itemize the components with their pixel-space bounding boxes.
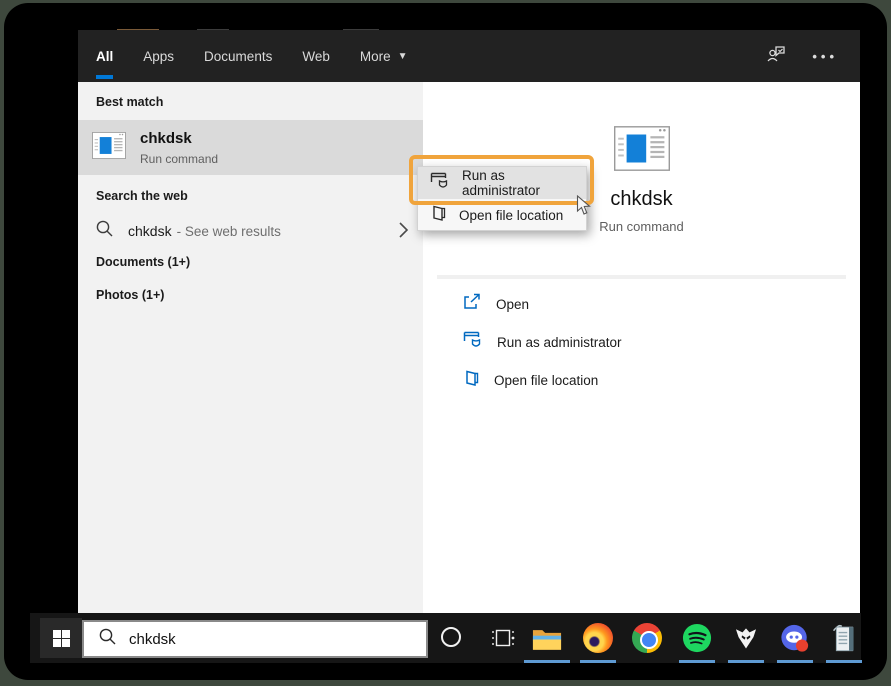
notes-app-icon: [830, 623, 859, 653]
taskbar-app-discord[interactable]: [780, 623, 810, 653]
tab-web-label: Web: [302, 49, 330, 64]
search-results-panel: Best match chkdsk Run command Search the…: [78, 82, 423, 617]
active-indicator: [826, 660, 862, 663]
divider: [437, 275, 846, 279]
tab-more[interactable]: More ▼: [360, 30, 408, 82]
firefox-icon: [583, 623, 613, 653]
context-menu: Run as administrator Open file location: [417, 166, 587, 231]
active-indicator: [580, 660, 616, 663]
tab-web[interactable]: Web: [302, 30, 330, 82]
taskbar-app-chrome[interactable]: [632, 623, 662, 653]
taskbar-app-spotify[interactable]: [682, 623, 712, 653]
tab-documents-label: Documents: [204, 49, 272, 64]
web-search-result[interactable]: chkdsk - See web results: [78, 210, 423, 252]
run-command-icon: [92, 132, 126, 164]
action-open[interactable]: Open: [423, 288, 860, 320]
preview-title: chkdsk: [610, 188, 672, 211]
web-search-query: chkdsk: [128, 223, 172, 239]
start-button[interactable]: [40, 618, 82, 658]
action-open-location-label: Open file location: [494, 373, 598, 388]
taskbar-app-firefox[interactable]: [583, 623, 613, 653]
context-menu-item-label: Run as administrator: [462, 168, 586, 198]
context-menu-item-label: Open file location: [459, 208, 563, 223]
action-run-admin-label: Run as administrator: [497, 335, 622, 350]
best-match-subtitle: Run command: [140, 152, 218, 166]
search-icon: [98, 627, 117, 651]
search-flyout-header: All Apps Documents Web More ▼ •••: [78, 30, 860, 82]
chevron-down-icon: ▼: [398, 51, 408, 62]
run-admin-icon: [430, 172, 450, 195]
web-search-hint: - See web results: [177, 224, 281, 239]
open-icon: [463, 293, 482, 315]
search-the-web-header: Search the web: [96, 189, 188, 203]
tab-more-label: More: [360, 49, 391, 64]
tab-documents[interactable]: Documents: [204, 30, 272, 82]
action-open-label: Open: [496, 297, 529, 312]
chevron-right-icon: [398, 221, 409, 244]
mouse-cursor: [576, 195, 591, 221]
search-tabs: All Apps Documents Web More ▼: [78, 30, 408, 82]
cortana-button[interactable]: [441, 627, 461, 647]
tab-all[interactable]: All: [96, 30, 113, 82]
taskbar: [30, 613, 861, 663]
preview-subtitle: Run command: [599, 219, 684, 234]
best-match-header: Best match: [96, 95, 163, 109]
tab-apps[interactable]: Apps: [143, 30, 174, 82]
foobar2000-icon: [732, 624, 760, 652]
documents-group-header[interactable]: Documents (1+): [96, 255, 190, 269]
best-match-item[interactable]: chkdsk Run command: [78, 120, 423, 175]
more-options-icon[interactable]: •••: [812, 49, 838, 64]
tab-apps-label: Apps: [143, 49, 174, 64]
windows-logo-icon: [53, 630, 70, 647]
taskbar-app-notes[interactable]: [829, 623, 859, 653]
discord-icon: [780, 623, 810, 654]
taskbar-app-foobar2000[interactable]: [731, 623, 761, 653]
chrome-icon: [632, 623, 662, 653]
active-indicator: [524, 660, 570, 663]
search-icon: [95, 219, 114, 243]
file-location-icon: [463, 369, 480, 392]
action-open-file-location[interactable]: Open file location: [423, 364, 860, 396]
taskbar-search-input[interactable]: [129, 631, 379, 648]
tab-all-label: All: [96, 49, 113, 64]
file-location-icon: [430, 204, 447, 227]
screen: All Apps Documents Web More ▼ ••• Best m…: [0, 0, 891, 686]
active-indicator: [777, 660, 813, 663]
preview-panel: chkdsk Run command Open Run as administr…: [423, 82, 860, 617]
context-menu-run-as-administrator[interactable]: Run as administrator: [418, 167, 586, 199]
active-indicator: [728, 660, 764, 663]
taskbar-app-file-explorer[interactable]: [532, 623, 562, 653]
best-match-title: chkdsk: [140, 130, 218, 147]
desktop: All Apps Documents Web More ▼ ••• Best m…: [4, 3, 887, 680]
spotify-icon: [682, 623, 712, 653]
active-indicator: [679, 660, 715, 663]
task-view-button[interactable]: [490, 626, 516, 655]
photos-group-header[interactable]: Photos (1+): [96, 288, 164, 302]
context-menu-open-file-location[interactable]: Open file location: [418, 199, 586, 231]
file-explorer-icon: [532, 626, 562, 651]
run-command-icon-large: [614, 126, 670, 176]
taskbar-search-box[interactable]: [82, 620, 428, 658]
action-run-as-administrator[interactable]: Run as administrator: [423, 326, 860, 358]
account-feedback-icon[interactable]: [766, 45, 786, 68]
run-admin-icon: [463, 331, 483, 354]
